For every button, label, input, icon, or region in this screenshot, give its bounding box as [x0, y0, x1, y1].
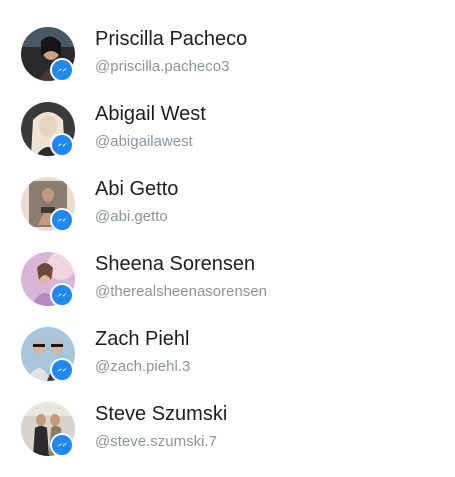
messenger-icon: [50, 433, 74, 457]
contact-handle: @zach.piehl.3: [95, 358, 191, 375]
avatar-container: [21, 102, 75, 157]
contact-handle: @therealsheenasorensen: [95, 283, 268, 300]
contact-name: Abigail West: [95, 103, 206, 125]
contact-row-abi-getto[interactable]: Abi Getto @abi.getto: [0, 177, 455, 252]
contact-handle: @abigailawest: [95, 133, 193, 150]
contact-list: Priscilla Pacheco @priscilla.pacheco3 Ab…: [0, 0, 455, 472]
avatar-container: [21, 327, 75, 382]
contact-row-zach-piehl[interactable]: Zach Piehl @zach.piehl.3: [0, 327, 455, 402]
messenger-icon: [50, 358, 74, 382]
contact-name: Abi Getto: [95, 178, 179, 200]
contact-name: Steve Szumski: [95, 403, 228, 425]
messenger-icon: [50, 208, 74, 232]
messenger-icon: [50, 133, 74, 157]
avatar-container: [21, 27, 75, 82]
contact-row-sheena-sorensen[interactable]: Sheena Sorensen @therealsheenasorensen: [0, 252, 455, 327]
contact-handle: @steve.szumski.7: [95, 433, 217, 450]
contact-name: Sheena Sorensen: [95, 253, 256, 275]
contact-row-steve-szumski[interactable]: Steve Szumski @steve.szumski.7: [0, 402, 455, 477]
contact-row-priscilla-pacheco[interactable]: Priscilla Pacheco @priscilla.pacheco3: [0, 27, 455, 102]
avatar-container: [21, 177, 75, 232]
contact-handle: @abi.getto: [95, 208, 168, 225]
avatar-container: [21, 402, 75, 457]
contact-name: Priscilla Pacheco: [95, 28, 248, 50]
contact-name: Zach Piehl: [95, 328, 190, 350]
messenger-icon: [50, 58, 74, 82]
contact-handle: @priscilla.pacheco3: [95, 58, 230, 75]
contact-row-abigail-west[interactable]: Abigail West @abigailawest: [0, 102, 455, 177]
messenger-icon: [50, 283, 74, 307]
avatar-container: [21, 252, 75, 307]
